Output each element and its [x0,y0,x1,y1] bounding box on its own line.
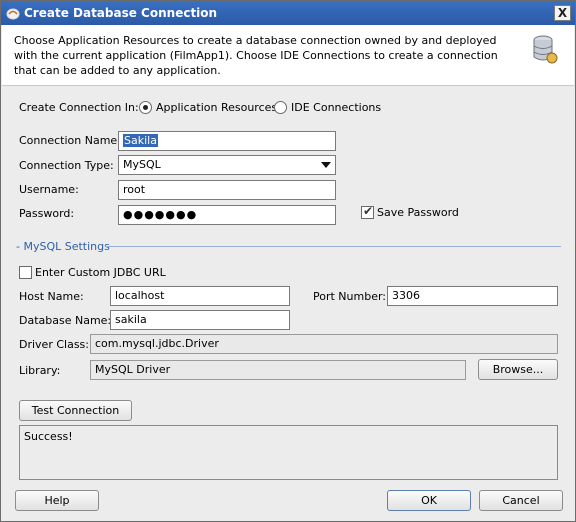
port-number-label: Port Number: [313,290,387,303]
save-password-checkbox[interactable]: ✔ [361,204,374,219]
password-field[interactable]: ●●●●●●● [118,205,336,225]
custom-jdbc-label[interactable]: Enter Custom JDBC URL [35,266,166,279]
library-field: MySQL Driver [90,360,466,380]
driver-class-field: com.mysql.jdbc.Driver [90,334,558,354]
connection-type-select[interactable]: MySQL [118,155,336,175]
database-icon [533,35,558,64]
database-name-field[interactable]: sakila [110,310,290,330]
port-number-field[interactable]: 3306 [387,286,558,306]
custom-jdbc-checkbox[interactable] [19,266,32,279]
create-database-connection-dialog: Create Database Connection X Choose Appl… [0,0,576,522]
header-description: Choose Application Resources to create a… [14,34,498,77]
coffee-cup-icon [6,8,20,20]
dialog-header: Choose Application Resources to create a… [2,25,574,86]
mysql-settings-title[interactable]: - MySQL Settings [16,240,110,253]
radio-ide-connections-label[interactable]: IDE Connections [291,101,381,114]
save-password-label[interactable]: Save Password [377,206,459,219]
close-button[interactable]: X [554,5,571,21]
create-in-label: Create Connection In: [19,101,139,114]
password-label: Password: [19,207,75,220]
window-title: Create Database Connection [24,6,218,20]
test-result-box: Success! [19,425,558,480]
username-field[interactable]: root [118,180,336,200]
checkmark-icon: ✔ [363,204,374,218]
library-label: Library: [19,364,61,377]
radio-application-resources[interactable] [139,101,152,114]
help-button[interactable]: Help [15,490,99,511]
connection-type-label: Connection Type: [19,159,114,172]
browse-button[interactable]: Browse... [478,359,558,380]
host-name-field[interactable]: localhost [110,286,290,306]
connection-name-label: Connection Name: [19,134,121,147]
connection-name-field[interactable]: Sakila [118,131,336,151]
ok-button[interactable]: OK [387,490,471,511]
database-name-label: Database Name: [19,314,112,327]
test-result-text: Success! [24,430,73,443]
section-divider [105,246,561,247]
test-connection-button[interactable]: Test Connection [19,400,132,421]
host-name-label: Host Name: [19,290,84,303]
radio-application-resources-label[interactable]: Application Resources [156,101,277,114]
username-label: Username: [19,183,79,196]
title-bar[interactable]: Create Database Connection X [1,1,575,25]
driver-class-label: Driver Class: [19,338,89,351]
radio-ide-connections[interactable] [274,101,287,114]
chevron-down-icon [321,162,331,168]
cancel-button[interactable]: Cancel [479,490,563,511]
